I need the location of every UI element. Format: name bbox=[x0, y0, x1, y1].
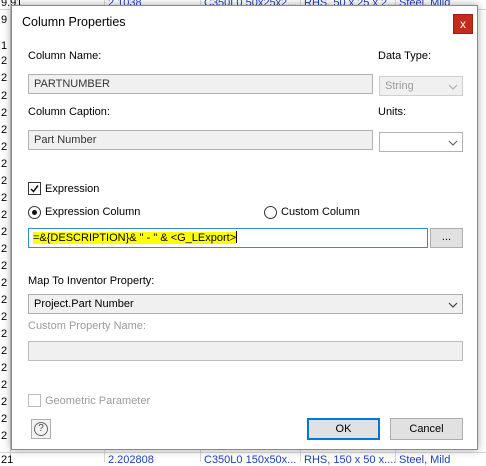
row-number: 21 bbox=[1, 454, 14, 466]
column-caption-field[interactable]: Part Number bbox=[28, 130, 373, 150]
table-cell[interactable]: RHS, 150 x 50 x.... bbox=[304, 454, 396, 466]
row-number: 1 bbox=[1, 40, 8, 52]
table-cell[interactable]: 2.202808 bbox=[108, 454, 154, 466]
help-icon: ? bbox=[34, 422, 48, 436]
close-button[interactable]: x bbox=[453, 14, 473, 34]
geometric-parameter-checkbox[interactable] bbox=[28, 394, 41, 407]
row-number: 9 bbox=[1, 14, 8, 26]
expression-text-part2: <G_LExport> bbox=[167, 232, 237, 244]
map-to-property-value: Project.Part Number bbox=[34, 298, 134, 310]
row-number: 2 bbox=[1, 175, 8, 187]
title-bar[interactable]: Column Properties x bbox=[12, 6, 477, 38]
help-button[interactable]: ? bbox=[31, 419, 51, 439]
data-type-value: String bbox=[385, 80, 414, 92]
row-number: 2 bbox=[1, 124, 8, 136]
expression-input[interactable]: =&{DESCRIPTION}& " - " & <G_LExport> bbox=[28, 228, 428, 248]
expression-column-label: Expression Column bbox=[45, 206, 141, 218]
row-number: 2 bbox=[1, 158, 8, 170]
column-name-label: Column Name: bbox=[28, 50, 102, 62]
column-caption-label: Column Caption: bbox=[28, 106, 110, 118]
cancel-button[interactable]: Cancel bbox=[390, 418, 463, 440]
browse-button[interactable]: ... bbox=[430, 228, 463, 248]
expression-text-part1: =&{DESCRIPTION}& " - " & bbox=[33, 232, 168, 244]
row-number: 2 bbox=[1, 192, 8, 204]
data-type-label: Data Type: bbox=[378, 50, 431, 62]
custom-column-label: Custom Column bbox=[281, 206, 360, 218]
row-number: 2 bbox=[1, 107, 8, 119]
radio-dot bbox=[32, 210, 37, 215]
expression-column-radio[interactable] bbox=[28, 206, 41, 219]
row-number: 2 bbox=[1, 243, 8, 255]
units-label: Units: bbox=[378, 106, 407, 118]
column-properties-dialog: Column Properties x Column Name: Data Ty… bbox=[11, 5, 478, 450]
row-number: 2 bbox=[1, 55, 8, 67]
chevron-down-icon bbox=[448, 140, 458, 146]
row-number: 2 bbox=[1, 413, 8, 425]
row-number: 2 bbox=[1, 430, 8, 442]
table-cell[interactable]: Steel, Mild bbox=[399, 454, 450, 466]
row-number: 2 bbox=[1, 90, 8, 102]
chevron-down-icon bbox=[448, 302, 458, 308]
text-caret bbox=[236, 231, 238, 243]
units-select[interactable] bbox=[379, 132, 463, 152]
checkmark-icon bbox=[30, 185, 39, 193]
row-number: 2 bbox=[1, 396, 8, 408]
geometric-parameter-label: Geometric Parameter bbox=[45, 395, 151, 407]
row-number: 2 bbox=[1, 379, 8, 391]
map-to-property-label: Map To Inventor Property: bbox=[28, 275, 155, 287]
map-to-property-select[interactable]: Project.Part Number bbox=[28, 294, 463, 314]
column-name-field[interactable]: PARTNUMBER bbox=[28, 74, 373, 94]
expression-label: Expression bbox=[45, 183, 100, 195]
table-cell[interactable]: C350L0 150x50x... bbox=[204, 454, 296, 466]
row-number: 2 bbox=[1, 294, 8, 306]
row-number: 2 bbox=[1, 345, 8, 357]
row-number: 2 bbox=[1, 141, 8, 153]
row-number: 2 bbox=[1, 72, 8, 84]
row-number: 2 bbox=[1, 277, 8, 289]
row-number: 2 bbox=[1, 362, 8, 374]
custom-column-radio[interactable] bbox=[264, 206, 277, 219]
row-number: 2 bbox=[1, 209, 8, 221]
custom-property-name-label: Custom Property Name: bbox=[28, 320, 146, 332]
ok-button[interactable]: OK bbox=[307, 418, 380, 440]
row-number: 2 bbox=[1, 311, 8, 323]
expression-checkbox[interactable] bbox=[28, 182, 41, 195]
custom-property-name-field[interactable] bbox=[28, 341, 463, 361]
table-row[interactable]: 21 2.202808 C350L0 150x50x... RHS, 150 x… bbox=[0, 452, 486, 466]
chevron-down-icon bbox=[448, 84, 458, 90]
row-number: 2 bbox=[1, 328, 8, 340]
row-number: 2 bbox=[1, 226, 8, 238]
data-type-select[interactable]: String bbox=[379, 76, 463, 96]
close-icon: x bbox=[460, 17, 466, 31]
row-number: 2 bbox=[1, 260, 8, 272]
dialog-title: Column Properties bbox=[22, 15, 126, 29]
